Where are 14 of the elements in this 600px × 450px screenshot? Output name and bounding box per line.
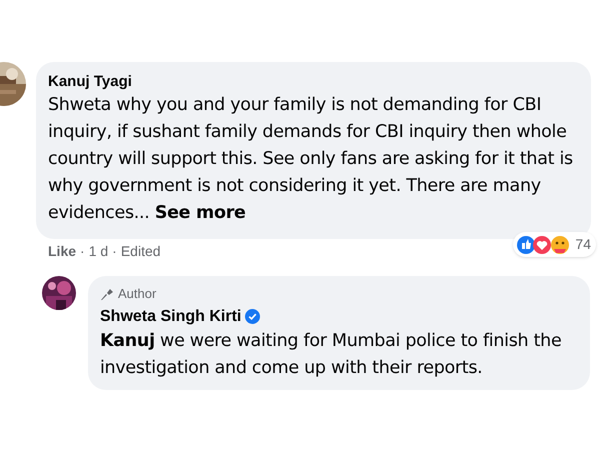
comment-meta: 1 d bbox=[88, 242, 108, 261]
like-link[interactable]: Like bbox=[48, 241, 76, 262]
microphone-icon bbox=[100, 286, 114, 301]
comment-meta: · bbox=[112, 242, 117, 261]
commenter-name[interactable]: Shweta Singh Kirti bbox=[100, 306, 242, 328]
commenter-name[interactable]: Kanuj Tyagi bbox=[48, 72, 579, 92]
author-label: Author bbox=[118, 285, 156, 303]
comment-meta: Edited bbox=[120, 242, 161, 261]
comment-text: Shweta why you and your family is not demanding for CBI inquiry, if sushant family demands for CBI inquiry then whole country will support this. See only fans are asking for it that is why government is not considering it yet. There are many evidences... See more bbox=[48, 94, 574, 225]
reaction-summary[interactable]: 74 bbox=[513, 232, 596, 257]
comment-meta: · bbox=[80, 242, 85, 261]
reaction-count: 74 bbox=[575, 235, 592, 254]
see-more-link[interactable]: See more bbox=[154, 203, 246, 223]
reply-text: Kanuj we were waiting for Mumbai police to finish the investigation and come up with their reports. bbox=[100, 330, 562, 380]
